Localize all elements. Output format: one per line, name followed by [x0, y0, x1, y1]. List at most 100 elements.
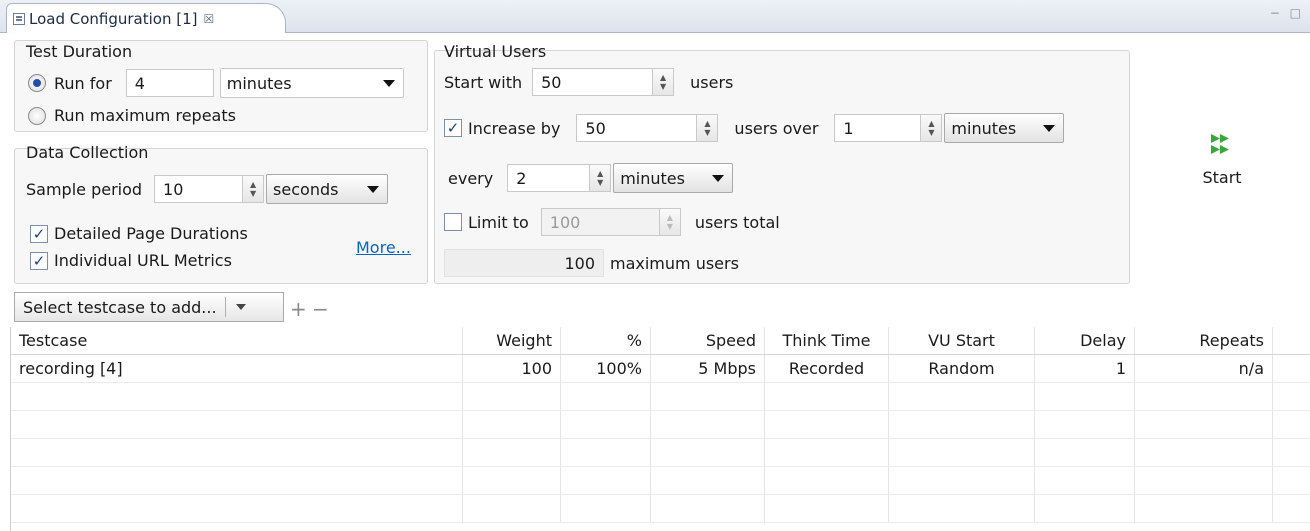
data-collection-title: Data Collection: [26, 143, 149, 162]
select-divider: [224, 297, 226, 317]
run-for-unit-select[interactable]: minutes: [219, 68, 404, 98]
column-header[interactable]: Speed: [651, 327, 765, 354]
empty-cell: [1035, 383, 1135, 410]
empty-cell: [11, 411, 463, 438]
empty-cell: [463, 439, 561, 466]
limit-stepper[interactable]: 100 ▲ ▼: [540, 208, 681, 236]
column-header[interactable]: Think Time: [765, 327, 889, 354]
close-tab-icon[interactable]: ☒: [204, 12, 215, 26]
sample-period-stepper[interactable]: 10 ▲ ▼: [154, 175, 265, 203]
empty-cell: [11, 495, 463, 522]
start-button[interactable]: Start: [1192, 130, 1252, 187]
remove-testcase-icon[interactable]: −: [312, 297, 329, 321]
empty-cell: [561, 411, 651, 438]
testcase-table: Testcase Weight % Speed Think Time VU St…: [10, 327, 1310, 531]
table-row[interactable]: recording [4] 100 100% 5 Mbps Recorded R…: [11, 355, 1310, 383]
start-with-spin-buttons[interactable]: ▲ ▼: [652, 68, 675, 96]
increase-stepper[interactable]: 50 ▲ ▼: [576, 114, 719, 142]
sample-unit-value: seconds: [273, 179, 339, 199]
column-header[interactable]: Repeats: [1135, 327, 1273, 354]
empty-cell: [889, 467, 1035, 494]
limit-input[interactable]: 100: [540, 208, 659, 236]
column-header[interactable]: Weight: [463, 327, 561, 354]
users-total-label: users total: [694, 212, 780, 232]
empty-cell: [561, 383, 651, 410]
run-for-input[interactable]: 4: [125, 69, 214, 97]
sample-period-spin-buttons[interactable]: ▲ ▼: [242, 175, 265, 203]
empty-cell: [765, 439, 889, 466]
run-max-radio[interactable]: [28, 106, 46, 125]
chevron-down-icon: [235, 304, 246, 310]
empty-cell: [1135, 439, 1273, 466]
test-duration-title: Test Duration: [26, 42, 133, 61]
empty-cell: [651, 383, 765, 410]
empty-cell: [561, 467, 651, 494]
table-row-empty: [11, 411, 1310, 439]
testcase-select[interactable]: Select testcase to add...: [14, 292, 284, 322]
empty-cell: [889, 411, 1035, 438]
table-row-empty: [11, 439, 1310, 467]
column-header[interactable]: %: [561, 327, 651, 354]
sample-period-label: Sample period: [26, 179, 143, 199]
every-spin-buttons[interactable]: ▲ ▼: [589, 164, 612, 192]
over-unit-value: minutes: [951, 118, 1017, 138]
tab-title: Load Configuration [1]: [29, 9, 198, 28]
empty-cell: [463, 411, 561, 438]
every-stepper[interactable]: 2 ▲ ▼: [507, 164, 612, 192]
detailed-durations-checkbox[interactable]: ✓: [30, 224, 48, 243]
empty-cell: [1135, 495, 1273, 522]
empty-cell: [561, 439, 651, 466]
increase-checkbox[interactable]: ✓: [444, 119, 462, 137]
start-with-stepper[interactable]: 50 ▲ ▼: [532, 68, 675, 96]
empty-cell: [889, 383, 1035, 410]
detailed-durations-label: Detailed Page Durations: [54, 224, 248, 243]
column-header[interactable]: Delay: [1035, 327, 1135, 354]
column-header[interactable]: Testcase: [11, 327, 463, 354]
url-metrics-checkbox[interactable]: ✓: [30, 251, 48, 270]
run-for-row: Run for 4 minutes: [28, 68, 404, 98]
limit-checkbox[interactable]: [444, 213, 462, 231]
empty-cell: [889, 439, 1035, 466]
add-testcase-icon[interactable]: +: [290, 297, 307, 321]
max-users-label: maximum users: [610, 253, 739, 273]
sample-period-input[interactable]: 10: [154, 175, 243, 203]
start-label: Start: [1202, 168, 1242, 187]
empty-cell: [463, 467, 561, 494]
every-label: every: [448, 168, 494, 188]
start-with-label: Start with: [444, 72, 523, 92]
empty-cell: [1135, 467, 1273, 494]
sample-unit-select[interactable]: seconds: [266, 174, 389, 204]
empty-cell: [561, 495, 651, 522]
tab-load-configuration[interactable]: Load Configuration [1] ☒: [6, 3, 286, 33]
run-for-unit-value: minutes: [226, 73, 292, 93]
start-with-input[interactable]: 50: [532, 68, 653, 96]
table-cell: Random: [889, 355, 1035, 382]
table-cell: 5 Mbps: [651, 355, 765, 382]
over-stepper[interactable]: 1 ▲ ▼: [834, 114, 943, 142]
empty-cell: [11, 383, 463, 410]
column-header[interactable]: VU Start: [889, 327, 1035, 354]
empty-cell: [1035, 439, 1135, 466]
every-input[interactable]: 2: [507, 164, 590, 192]
increase-input[interactable]: 50: [576, 114, 697, 142]
empty-cell: [1135, 411, 1273, 438]
increase-spin-buttons[interactable]: ▲ ▼: [696, 114, 719, 142]
table-cell: 1: [1035, 355, 1135, 382]
table-cell: 100%: [561, 355, 651, 382]
run-for-radio[interactable]: [28, 74, 46, 92]
limit-spin-buttons[interactable]: ▲ ▼: [658, 208, 681, 236]
empty-cell: [11, 467, 463, 494]
empty-cell: [889, 495, 1035, 522]
increase-label: Increase by: [468, 118, 561, 138]
more-link[interactable]: More...: [356, 238, 411, 257]
over-unit-select[interactable]: minutes: [944, 113, 1065, 143]
over-input[interactable]: 1: [834, 114, 921, 142]
testcase-select-value: Select testcase to add...: [23, 297, 217, 317]
every-unit-value: minutes: [620, 168, 685, 188]
window-controls-icon[interactable]: − □: [1270, 6, 1304, 20]
every-unit-select[interactable]: minutes: [613, 163, 734, 193]
run-max-label: Run maximum repeats: [54, 106, 236, 125]
empty-cell: [765, 495, 889, 522]
over-spin-buttons[interactable]: ▲ ▼: [920, 114, 943, 142]
table-row-empty: [11, 467, 1310, 495]
